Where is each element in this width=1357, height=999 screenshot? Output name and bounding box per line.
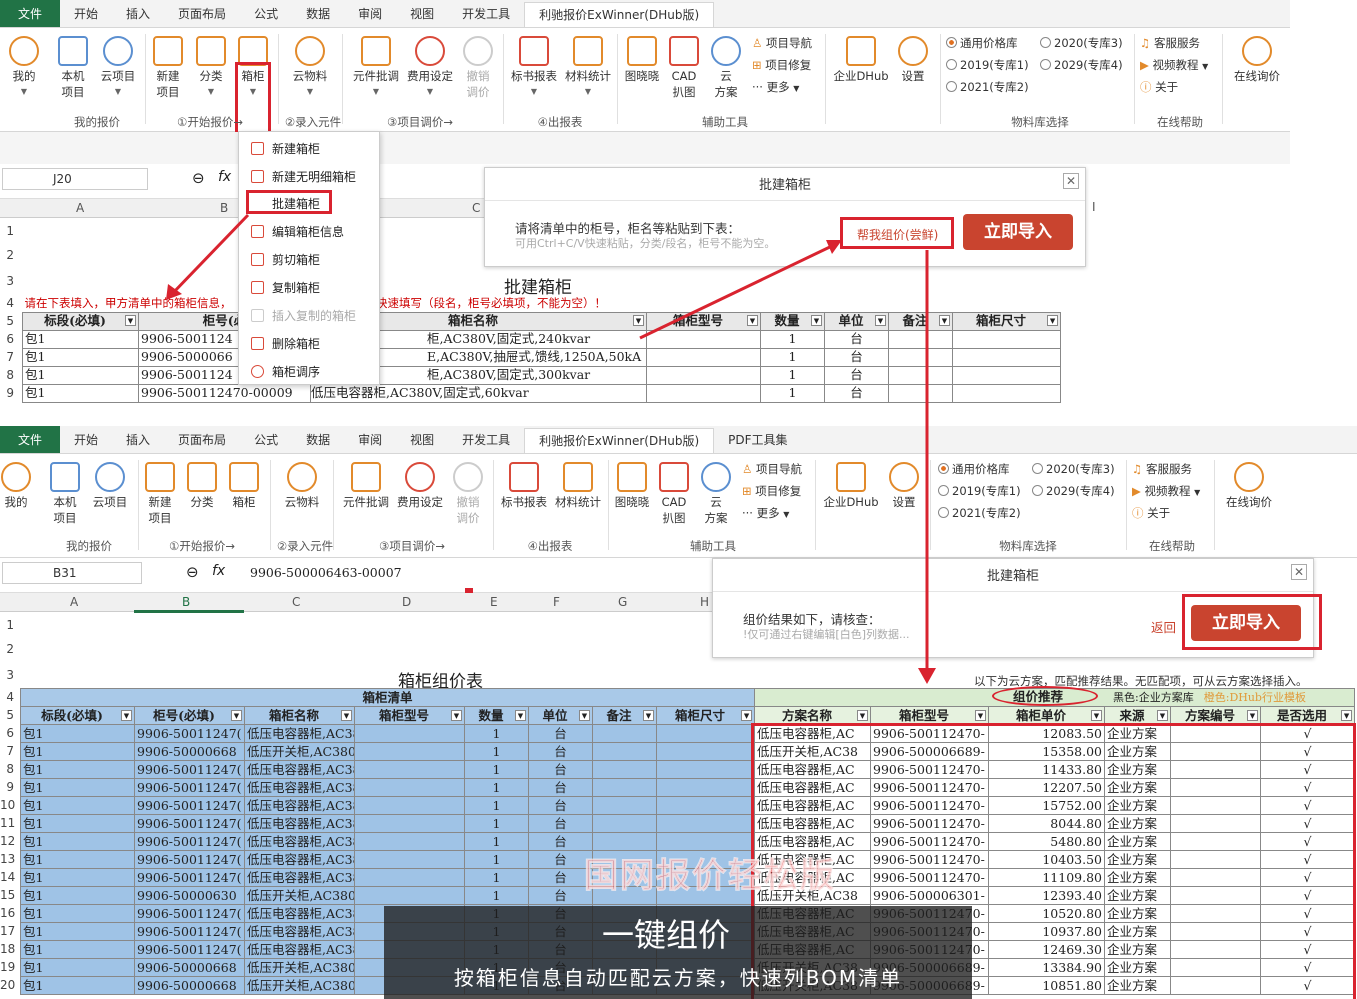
caption-subtitle: 按箱柜信息自动匹配云方案，快速列BOM清单 [453, 966, 903, 990]
arrowhead [918, 668, 936, 684]
caption-title: 一键组价 [602, 916, 731, 954]
arrow-table-to-help [639, 243, 835, 340]
brand-caption: 国网报价轻松版 [584, 856, 836, 897]
arrow-menu-to-table [170, 213, 250, 296]
